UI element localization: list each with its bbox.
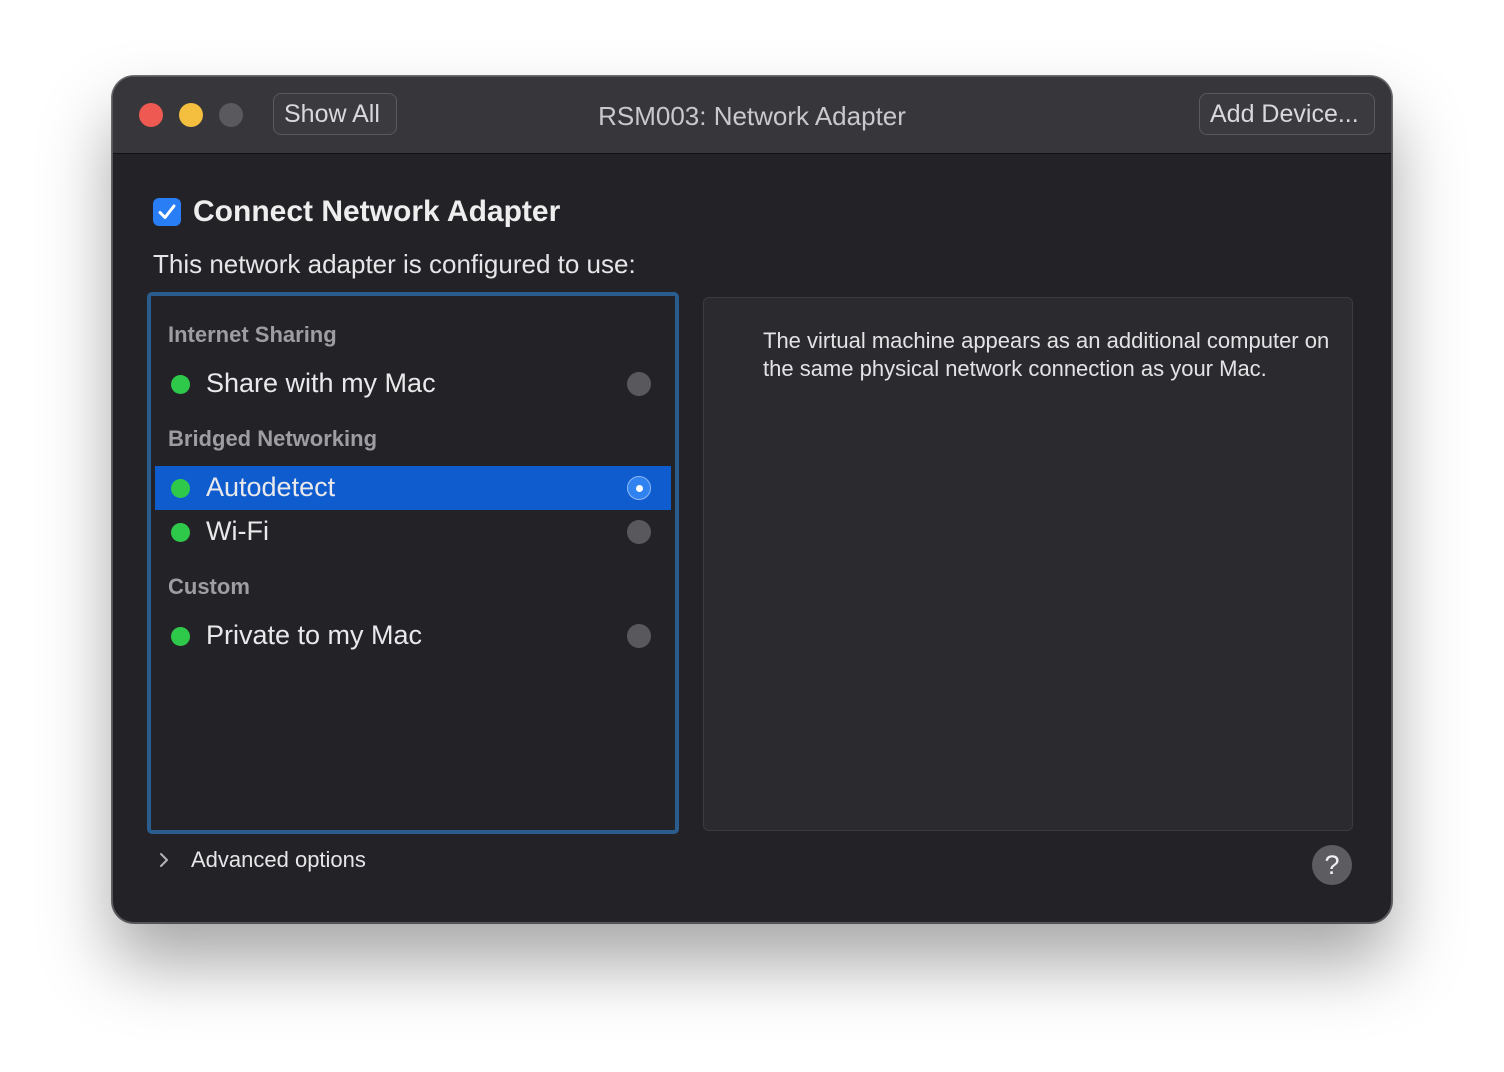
help-button[interactable]: ? (1312, 845, 1352, 885)
title-bar: Show All RSM003: Network Adapter Add Dev… (113, 77, 1391, 154)
status-green-icon (171, 523, 190, 542)
connect-adapter-checkbox[interactable] (153, 198, 181, 226)
description-panel: The virtual machine appears as an additi… (703, 297, 1353, 831)
add-device-button[interactable]: Add Device... (1199, 93, 1375, 135)
config-label: This network adapter is configured to us… (153, 249, 636, 279)
option-label: Share with my Mac (206, 368, 436, 398)
option-label: Wi-Fi (206, 516, 269, 546)
description-text: The virtual machine appears as an additi… (763, 328, 1330, 381)
option-label: Private to my Mac (206, 620, 423, 650)
radio-button[interactable] (627, 624, 651, 648)
radio-button[interactable] (627, 520, 651, 544)
status-green-icon (171, 375, 190, 394)
advanced-options-label: Advanced options (191, 847, 366, 872)
network-mode-list-content: Internet Sharing Share with my Mac Bridg… (155, 300, 671, 826)
network-mode-list[interactable]: Internet Sharing Share with my Mac Bridg… (147, 292, 679, 834)
option-wi-fi[interactable]: Wi-Fi (155, 510, 671, 554)
option-share-with-my-mac[interactable]: Share with my Mac (155, 362, 671, 406)
radio-button-selected[interactable] (627, 476, 651, 500)
connect-adapter-label: Connect Network Adapter (193, 195, 561, 228)
radio-button[interactable] (627, 372, 651, 396)
status-green-icon (171, 627, 190, 646)
option-private-to-my-mac[interactable]: Private to my Mac (155, 614, 671, 658)
option-label: Autodetect (206, 472, 336, 502)
section-header-bridged-networking: Bridged Networking (168, 426, 378, 451)
section-header-internet-sharing: Internet Sharing (168, 322, 337, 347)
option-autodetect[interactable]: Autodetect (155, 466, 671, 510)
chevron-right-icon (160, 853, 168, 867)
section-header-custom: Custom (168, 574, 250, 599)
network-adapter-window: Show All RSM003: Network Adapter Add Dev… (112, 76, 1392, 923)
checkmark-icon (158, 204, 176, 219)
status-green-icon (171, 479, 190, 498)
